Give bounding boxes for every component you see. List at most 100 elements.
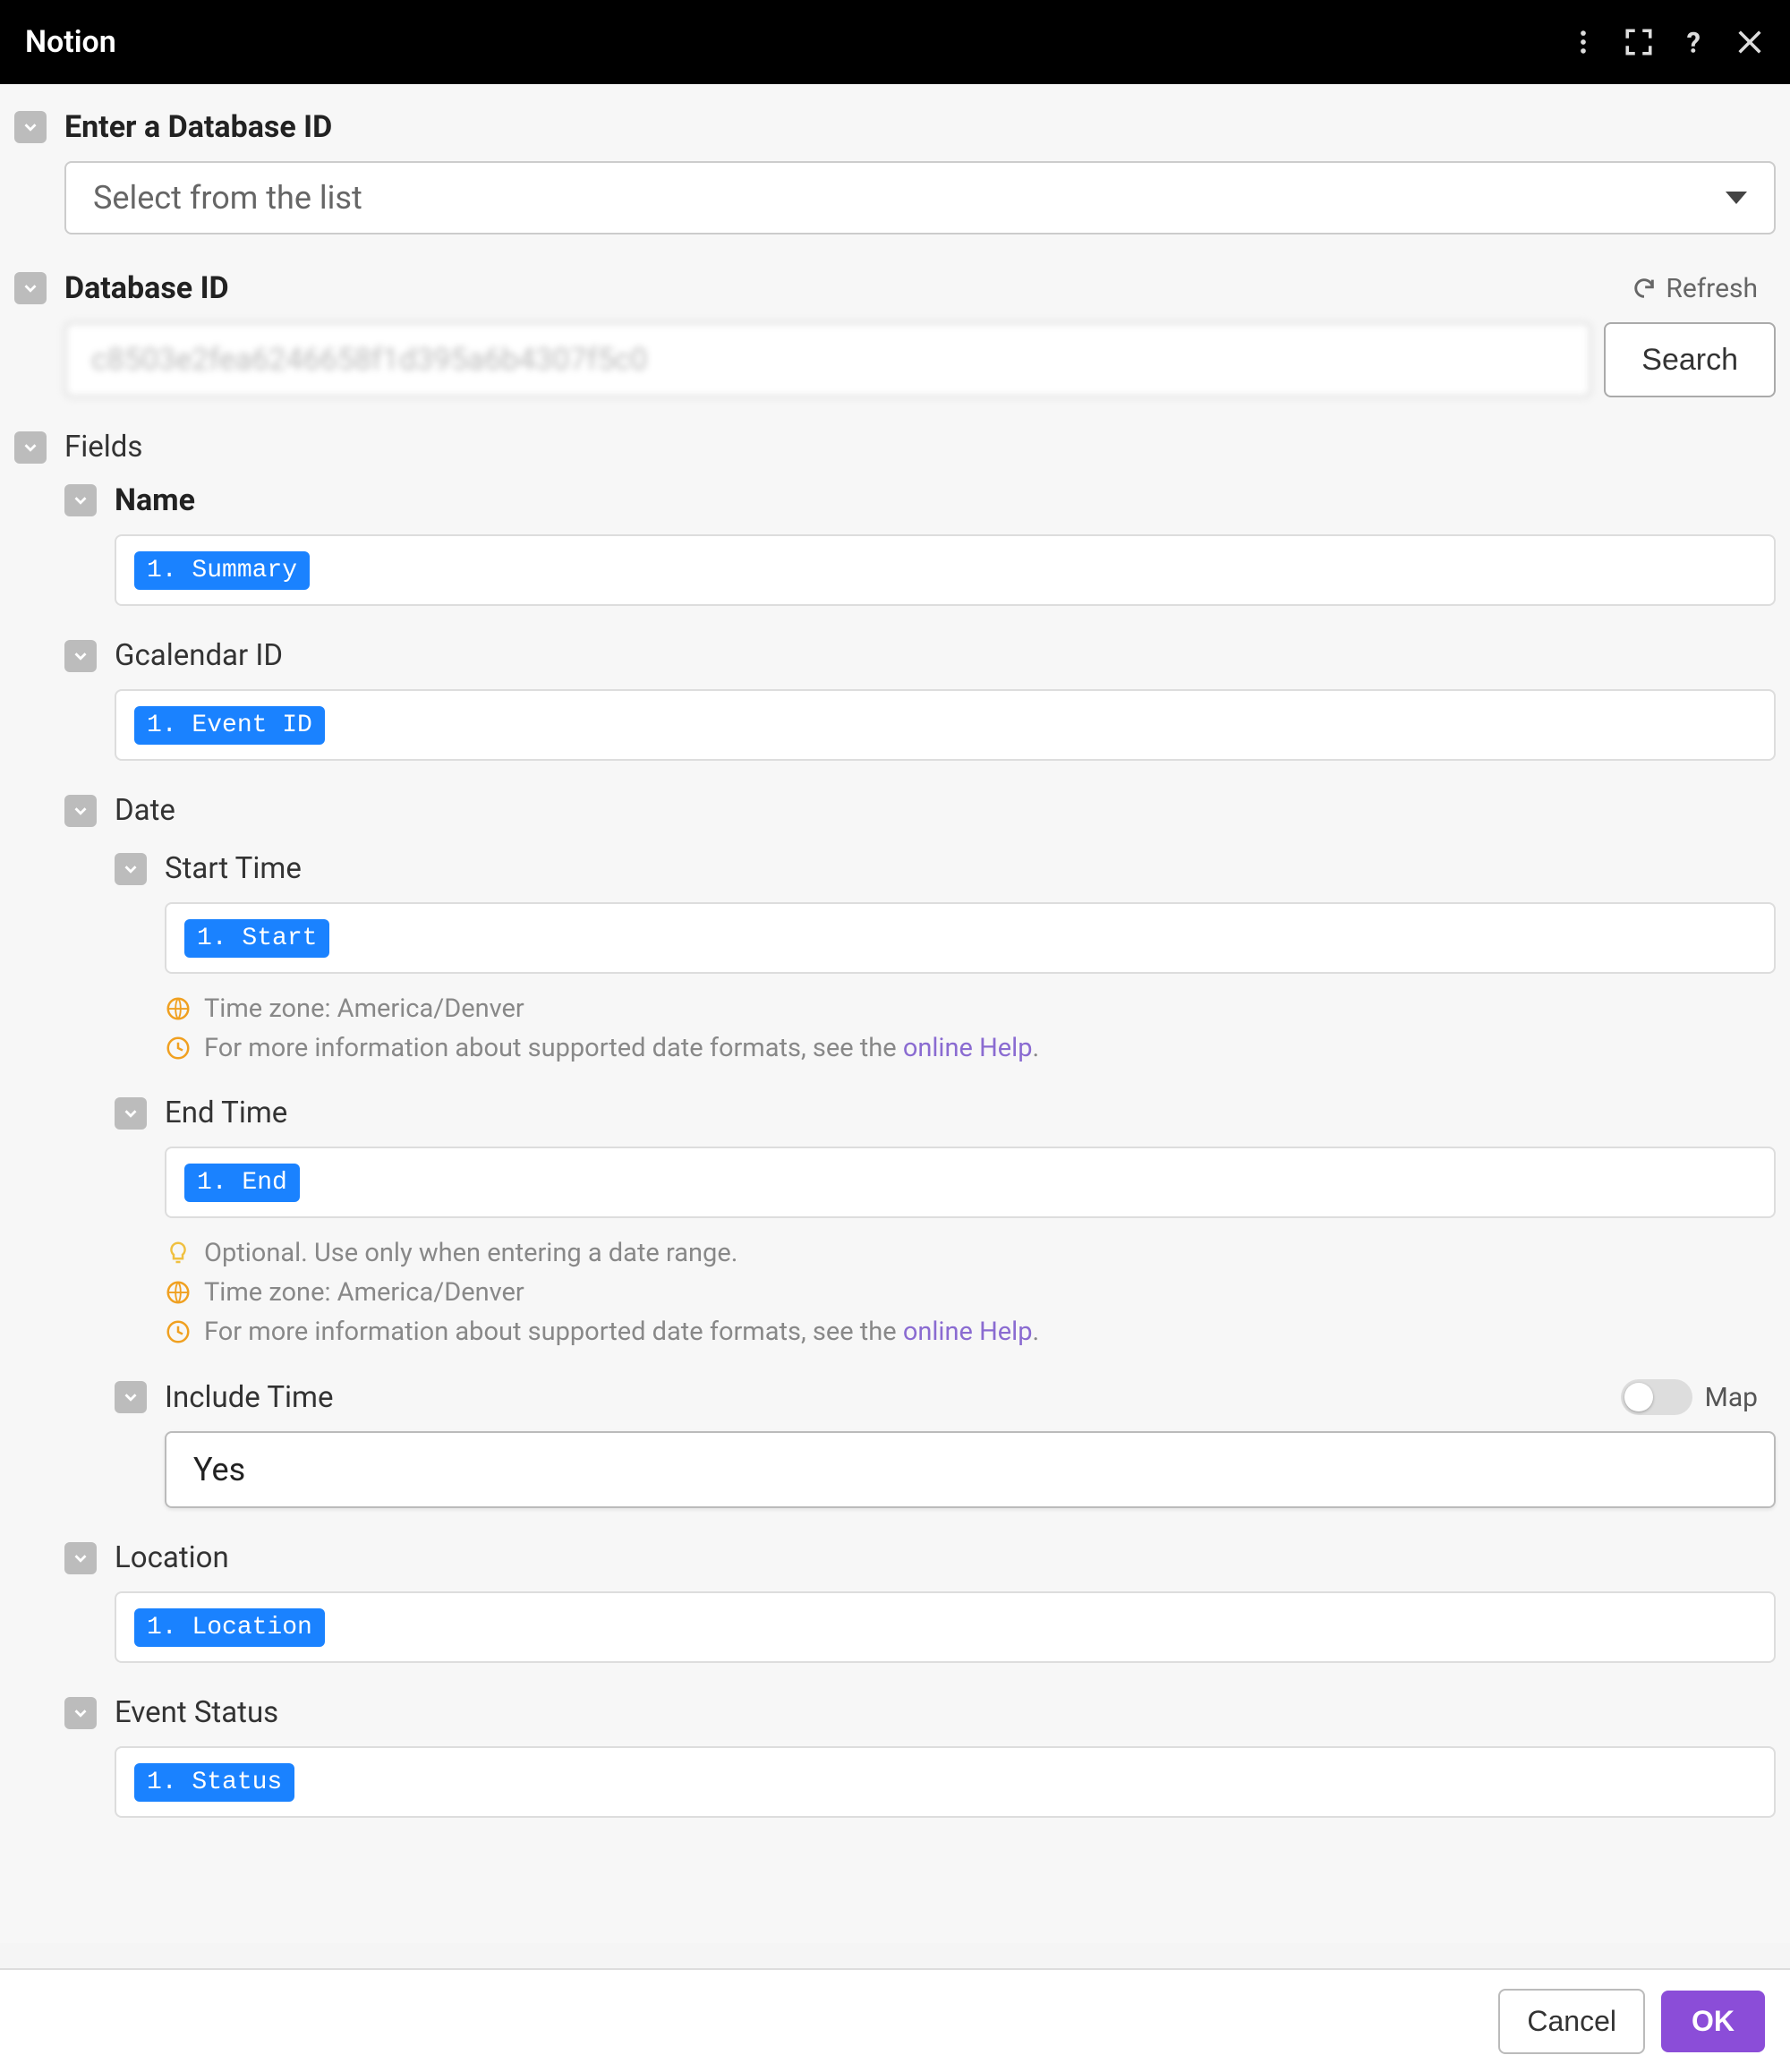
field-name-row: Name (14, 482, 1776, 518)
collapse-toggle[interactable] (14, 431, 47, 464)
close-icon[interactable] (1735, 27, 1765, 57)
chevron-down-icon (121, 1387, 141, 1407)
collapse-toggle[interactable] (115, 1381, 147, 1413)
chevron-down-icon (121, 1104, 141, 1123)
help-icon[interactable]: ? (1679, 27, 1709, 57)
mapped-token: 1. Location (134, 1608, 325, 1647)
mapped-token: 1. Start (184, 919, 329, 958)
collapse-toggle[interactable] (64, 1697, 97, 1729)
map-toggle-group: Map (1621, 1379, 1758, 1415)
chevron-down-icon (71, 801, 90, 821)
enter-db-select[interactable]: Select from the list (64, 161, 1776, 234)
enter-db-select-placeholder: Select from the list (93, 179, 362, 217)
chevron-down-icon (121, 859, 141, 879)
field-status-input[interactable]: 1. Status (115, 1746, 1776, 1818)
field-status-label: Event Status (115, 1695, 278, 1730)
lightbulb-icon (165, 1240, 192, 1266)
globe-icon (165, 1279, 192, 1306)
footer: Cancel OK (0, 1968, 1790, 2072)
help-suffix: . (1032, 1033, 1039, 1063)
fields-row: Fields (14, 430, 1776, 465)
db-id-row: Database ID Refresh (14, 270, 1776, 306)
field-end-input[interactable]: 1. End (165, 1147, 1776, 1218)
svg-text:?: ? (1687, 27, 1701, 57)
field-gcal-input[interactable]: 1. Event ID (115, 689, 1776, 761)
search-button[interactable]: Search (1604, 322, 1776, 397)
chevron-down-icon (21, 438, 40, 457)
more-icon[interactable] (1568, 27, 1598, 57)
optional-text: Optional. Use only when entering a date … (204, 1238, 737, 1268)
help-prefix: For more information about supported dat… (204, 1033, 903, 1063)
collapse-toggle[interactable] (115, 1097, 147, 1130)
header-title: Notion (25, 24, 116, 60)
tz-text: Time zone: America/Denver (204, 993, 524, 1024)
refresh-icon (1632, 276, 1657, 301)
collapse-toggle[interactable] (115, 853, 147, 885)
enter-db-row: Enter a Database ID (14, 109, 1776, 145)
mapped-token: 1. Event ID (134, 706, 325, 745)
clock-icon (165, 1035, 192, 1062)
field-gcal-label: Gcalendar ID (115, 638, 283, 673)
chevron-down-icon (71, 1703, 90, 1723)
field-start-input[interactable]: 1. Start (165, 902, 1776, 974)
db-id-input[interactable]: c8503e2fea6246658f1d395a6b4307f5c0 (64, 322, 1591, 397)
field-start-row: Start Time (14, 851, 1776, 886)
end-tz-hint: Time zone: America/Denver (165, 1277, 1776, 1308)
tz-text: Time zone: America/Denver (204, 1277, 524, 1308)
field-location-label: Location (115, 1540, 229, 1575)
mapped-token: 1. Status (134, 1763, 294, 1802)
collapse-toggle[interactable] (64, 484, 97, 516)
globe-icon (165, 995, 192, 1022)
cancel-button[interactable]: Cancel (1498, 1989, 1645, 2054)
collapse-toggle[interactable] (14, 272, 47, 304)
enter-db-label: Enter a Database ID (64, 109, 332, 145)
field-end-row: End Time (14, 1096, 1776, 1130)
field-name-label: Name (115, 482, 195, 518)
chevron-down-icon (71, 646, 90, 666)
header-bar: Notion ? (0, 0, 1790, 84)
fields-label: Fields (64, 430, 142, 465)
field-location-input[interactable]: 1. Location (115, 1591, 1776, 1663)
field-date-row: Date (14, 793, 1776, 828)
chevron-down-icon (21, 278, 40, 298)
field-gcal-row: Gcalendar ID (14, 638, 1776, 673)
include-time-value: Yes (193, 1451, 245, 1488)
end-help-hint: For more information about supported dat… (165, 1317, 1776, 1347)
field-include-time-label: Include Time (165, 1380, 334, 1415)
mapped-token: 1. End (184, 1164, 300, 1202)
field-location-row: Location (14, 1540, 1776, 1575)
online-help-link[interactable]: online Help (903, 1033, 1033, 1063)
field-date-label: Date (115, 793, 175, 828)
field-status-row: Event Status (14, 1695, 1776, 1730)
help-suffix: . (1032, 1317, 1039, 1347)
end-optional-hint: Optional. Use only when entering a date … (165, 1238, 1776, 1268)
field-end-label: End Time (165, 1096, 287, 1130)
field-include-time-row: Include Time Map (14, 1379, 1776, 1415)
db-id-value: c8503e2fea6246658f1d395a6b4307f5c0 (91, 342, 647, 378)
collapse-toggle[interactable] (64, 1542, 97, 1574)
collapse-toggle[interactable] (14, 111, 47, 143)
field-name-input[interactable]: 1. Summary (115, 534, 1776, 606)
collapse-toggle[interactable] (64, 640, 97, 672)
mapped-token: 1. Summary (134, 551, 310, 590)
help-prefix: For more information about supported dat… (204, 1317, 903, 1347)
form-body: Enter a Database ID Select from the list… (0, 84, 1790, 1943)
caret-down-icon (1726, 192, 1747, 204)
chevron-down-icon (71, 1548, 90, 1568)
include-time-select[interactable]: Yes (165, 1431, 1776, 1508)
field-start-label: Start Time (165, 851, 302, 886)
collapse-toggle[interactable] (64, 795, 97, 827)
refresh-label: Refresh (1666, 273, 1758, 304)
ok-button[interactable]: OK (1661, 1991, 1765, 2052)
clock-icon (165, 1318, 192, 1345)
db-id-input-row: c8503e2fea6246658f1d395a6b4307f5c0 Searc… (64, 322, 1776, 397)
refresh-button[interactable]: Refresh (1632, 273, 1758, 304)
map-toggle[interactable] (1621, 1379, 1692, 1415)
chevron-down-icon (21, 117, 40, 137)
map-label: Map (1705, 1382, 1758, 1413)
db-id-label: Database ID (64, 270, 229, 306)
start-tz-hint: Time zone: America/Denver (165, 993, 1776, 1024)
online-help-link[interactable]: online Help (903, 1317, 1033, 1347)
collapse-window-icon[interactable] (1624, 27, 1654, 57)
chevron-down-icon (71, 490, 90, 510)
